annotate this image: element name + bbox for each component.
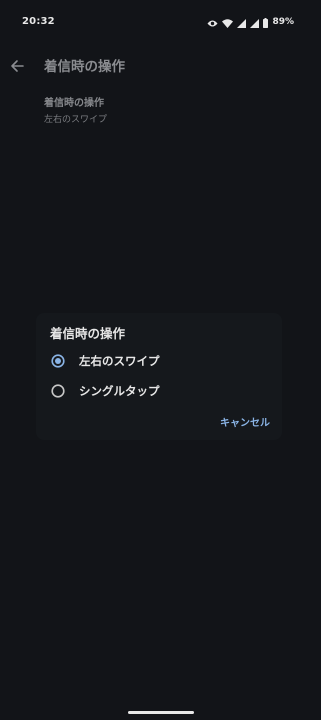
battery-percent: 89% [272,17,294,27]
back-arrow-icon[interactable] [10,58,24,72]
option-single-tap[interactable]: シングルタップ [50,377,270,403]
preference-title: 着信時の操作 [44,98,104,109]
gesture-nav-handle[interactable] [128,711,194,714]
dialog-title: 着信時の操作 [50,326,126,341]
radio-unselected-icon[interactable] [51,383,65,398]
choice-dialog: 着信時の操作 左右のスワイプ シングルタップ キャンセル [36,313,282,440]
status-icons: 89% [207,15,294,29]
status-bar: 20:32 89% [0,0,321,44]
option-label: シングルタップ [79,384,160,398]
page-title: 着信時の操作 [44,59,125,75]
option-swipe[interactable]: 左右のスワイプ [50,347,270,373]
eye-icon [207,13,218,32]
battery-icon [263,13,269,32]
cancel-button[interactable]: キャンセル [220,414,270,429]
radio-selected-icon[interactable] [51,353,65,368]
wifi-icon [222,13,234,32]
preference-item-call-action[interactable]: 着信時の操作 左右のスワイプ [44,94,107,125]
screen: 20:32 89% 着信時の操作 着信時の操作 左右のスワイプ 着信時の操作 左… [0,0,321,720]
signal-icon [250,13,260,32]
status-time: 20:32 [22,16,55,27]
app-bar: 着信時の操作 [0,44,321,86]
option-label: 左右のスワイプ [79,354,160,368]
preference-summary: 左右のスワイプ [44,115,108,125]
signal-icon [237,13,247,32]
